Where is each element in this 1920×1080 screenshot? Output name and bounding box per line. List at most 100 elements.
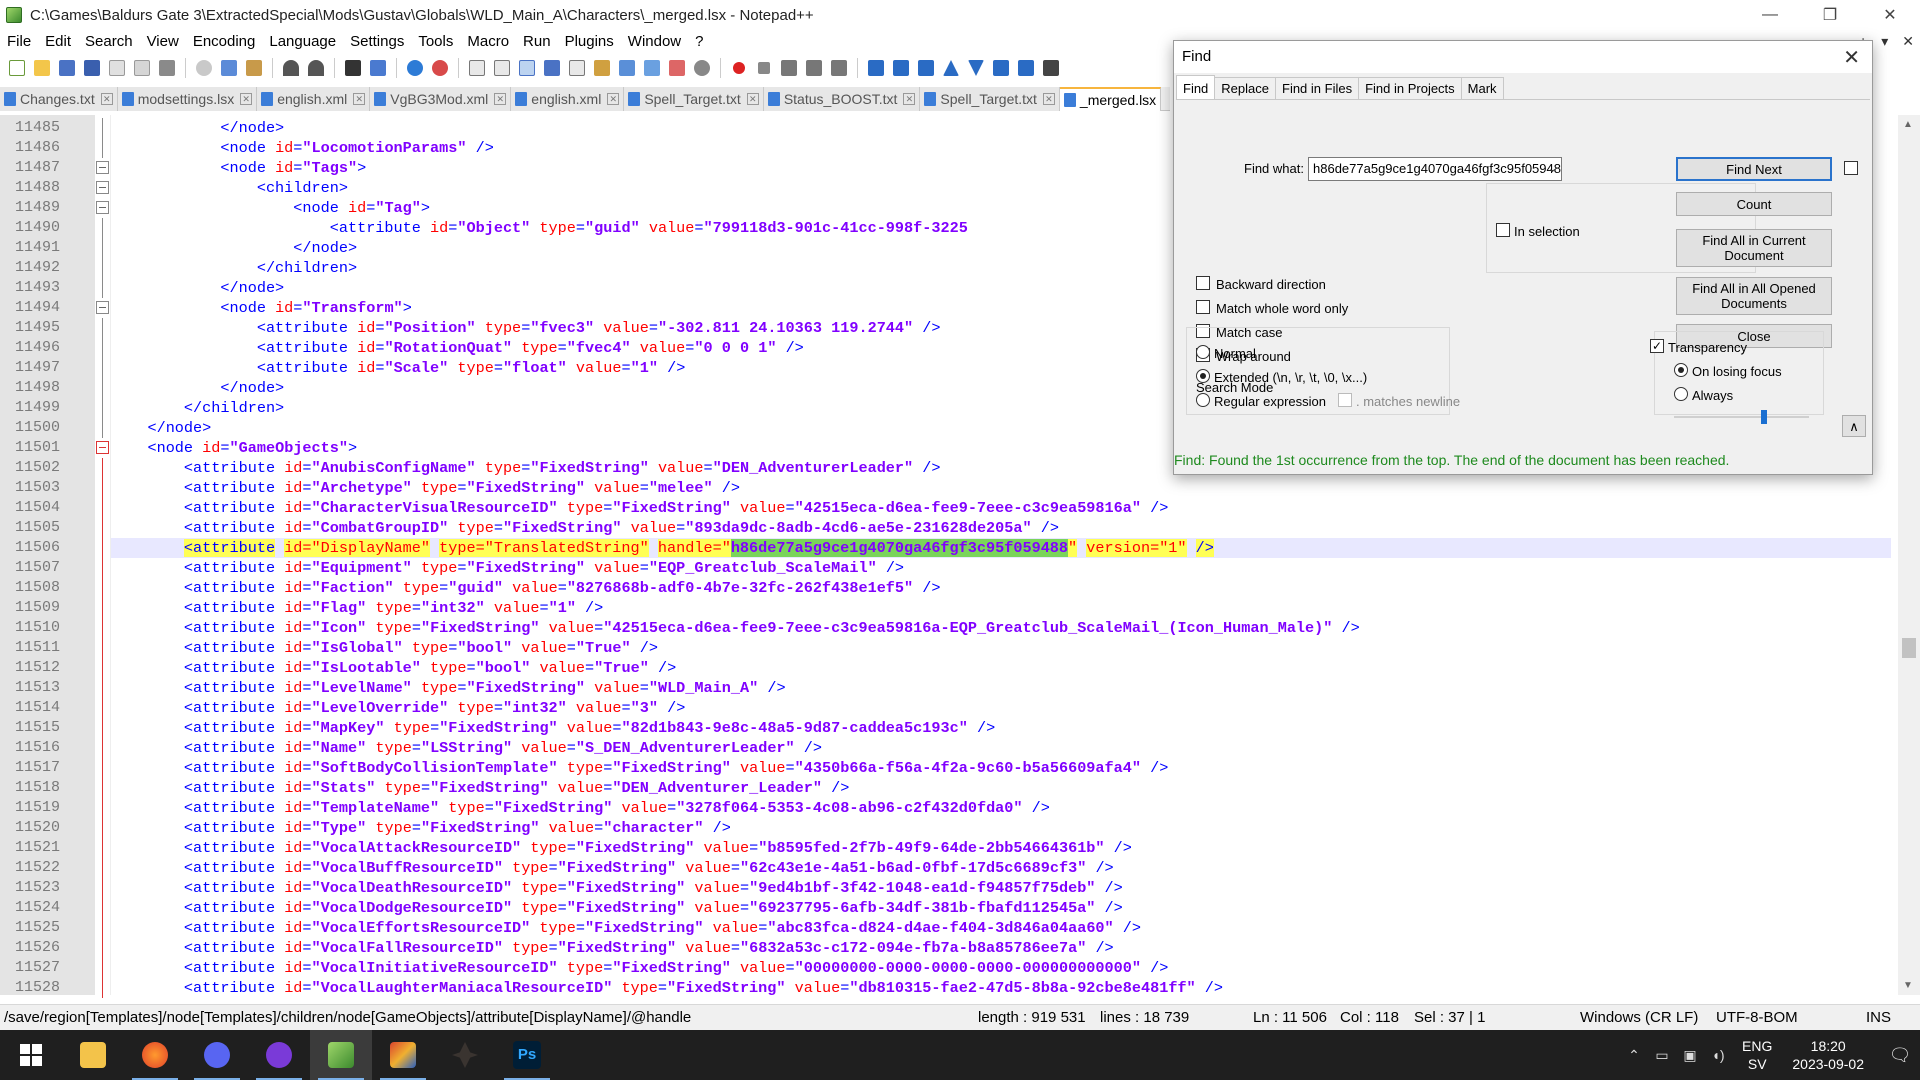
- close-window-button[interactable]: ✕: [1860, 0, 1920, 30]
- plugin-icon-5[interactable]: [1015, 57, 1037, 79]
- tab-english-xml[interactable]: english.xml ✕: [257, 87, 371, 111]
- tab-spell-target-txt-2[interactable]: Spell_Target.txt ✕: [920, 87, 1060, 111]
- code-line[interactable]: <attribute id="VocalAttackResourceID" ty…: [111, 838, 1132, 858]
- tab-mark[interactable]: Mark: [1460, 77, 1504, 99]
- on-losing-focus-radio[interactable]: [1674, 363, 1688, 377]
- always-radio[interactable]: [1674, 387, 1688, 401]
- tab-list-menu-button[interactable]: ▾: [1881, 30, 1888, 52]
- code-line[interactable]: <attribute id="RotationQuat" type="fvec4…: [111, 338, 804, 358]
- find-all-current-button[interactable]: Find All in Current Document: [1676, 229, 1832, 267]
- code-line[interactable]: <attribute id="Equipment" type="FixedStr…: [111, 558, 904, 578]
- tab-find-in-files[interactable]: Find in Files: [1275, 77, 1360, 99]
- menu-view[interactable]: View: [140, 33, 186, 50]
- code-line[interactable]: <attribute id="AnubisConfigName" type="F…: [111, 458, 941, 478]
- menu-file[interactable]: File: [0, 33, 38, 50]
- tab-status-boost-txt[interactable]: Status_BOOST.txt ✕: [763, 87, 921, 111]
- code-line[interactable]: <attribute id="IsGlobal" type="bool" val…: [111, 638, 658, 658]
- tab-merged-lsx[interactable]: _merged.lsx: [1059, 87, 1162, 111]
- scroll-up-icon[interactable]: ▲: [1903, 119, 1913, 130]
- menu-tools[interactable]: Tools: [411, 33, 460, 50]
- scrollbar-thumb[interactable]: [1902, 638, 1916, 658]
- find-all-opened-button[interactable]: Find All in All Opened Documents: [1676, 277, 1832, 315]
- close-all-icon[interactable]: [131, 57, 153, 79]
- replace-icon[interactable]: [367, 57, 389, 79]
- code-line[interactable]: <node id="Tags">: [111, 158, 366, 178]
- fold-toggle-icon[interactable]: [96, 161, 109, 174]
- print-icon[interactable]: [156, 57, 178, 79]
- code-line[interactable]: <children>: [111, 178, 348, 198]
- code-line[interactable]: <attribute id="LevelOverride" type="int3…: [111, 698, 685, 718]
- tab-close-icon[interactable]: ✕: [240, 93, 253, 105]
- code-line[interactable]: </node>: [111, 278, 284, 298]
- mode-regex-radio[interactable]: [1196, 393, 1210, 407]
- menu-encoding[interactable]: Encoding: [186, 33, 263, 50]
- taskbar-app-window[interactable]: [372, 1030, 434, 1080]
- taskbar-baldurs-gate-3[interactable]: [434, 1030, 496, 1080]
- word-wrap-icon[interactable]: [516, 57, 538, 79]
- plugin-icon-1[interactable]: [865, 57, 887, 79]
- code-line[interactable]: <attribute id="VocalInitiativeResourceID…: [111, 958, 1168, 978]
- transparency-slider-thumb[interactable]: [1761, 410, 1768, 424]
- plugin-icon-6[interactable]: [1040, 57, 1062, 79]
- find-direction-checkbox[interactable]: [1844, 161, 1858, 175]
- taskbar-discord[interactable]: [186, 1030, 248, 1080]
- code-line[interactable]: <attribute id="VocalFallResourceID" type…: [111, 938, 1114, 958]
- monitoring-icon[interactable]: [691, 57, 713, 79]
- play-multiple-icon[interactable]: [803, 57, 825, 79]
- code-line[interactable]: </node>: [111, 378, 284, 398]
- tab-english-xml-2[interactable]: english.xml ✕: [511, 87, 625, 111]
- doc-map-icon[interactable]: [616, 57, 638, 79]
- volume-icon[interactable]: ◖): [1709, 1047, 1727, 1063]
- code-line[interactable]: <attribute id="CharacterVisualResourceID…: [111, 498, 1168, 518]
- tab-close-icon[interactable]: ✕: [1042, 93, 1055, 105]
- menu-run[interactable]: Run: [516, 33, 558, 50]
- menu-language[interactable]: Language: [262, 33, 343, 50]
- maximize-button[interactable]: ❐: [1800, 0, 1860, 30]
- backward-direction-checkbox[interactable]: [1196, 276, 1210, 290]
- code-line[interactable]: <attribute id="VocalDodgeResourceID" typ…: [111, 898, 1123, 918]
- save-icon[interactable]: [56, 57, 78, 79]
- clock[interactable]: 18:20 2023-09-02: [1792, 1037, 1864, 1073]
- in-selection-checkbox[interactable]: [1496, 223, 1510, 237]
- tab-close-icon[interactable]: ✕: [353, 93, 366, 105]
- language-indicator[interactable]: ENG SV: [1742, 1037, 1772, 1073]
- copy-icon[interactable]: [218, 57, 240, 79]
- code-line[interactable]: <node id="LocomotionParams" />: [111, 138, 493, 158]
- record-macro-icon[interactable]: [728, 57, 750, 79]
- minimize-button[interactable]: —: [1740, 0, 1800, 30]
- vertical-scrollbar[interactable]: ▲ ▼: [1898, 115, 1920, 995]
- code-line[interactable]: <attribute id="CombatGroupID" type="Fixe…: [111, 518, 1059, 538]
- scroll-down-icon[interactable]: ▼: [1903, 980, 1913, 991]
- code-line[interactable]: <node id="Tag">: [111, 198, 430, 218]
- tab-close-icon[interactable]: ✕: [903, 93, 916, 105]
- udl-icon[interactable]: [591, 57, 613, 79]
- play-macro-icon[interactable]: [778, 57, 800, 79]
- arrow-up-icon[interactable]: [940, 57, 962, 79]
- code-line[interactable]: <attribute id="Name" type="LSString" val…: [111, 738, 822, 758]
- code-line[interactable]: <attribute id="Type" type="FixedString" …: [111, 818, 731, 838]
- save-macro-icon[interactable]: [828, 57, 850, 79]
- match-whole-word-checkbox[interactable]: [1196, 300, 1210, 314]
- tab-close-icon[interactable]: ✕: [607, 93, 620, 105]
- code-line[interactable]: <attribute id="Archetype" type="FixedStr…: [111, 478, 740, 498]
- current-code-line[interactable]: <attribute id="DisplayName" type="Transl…: [111, 538, 1891, 558]
- tab-modsettings-lsx[interactable]: modsettings.lsx ✕: [117, 87, 258, 111]
- tab-spell-target-txt[interactable]: Spell_Target.txt ✕: [624, 87, 764, 111]
- indent-guide-icon[interactable]: [566, 57, 588, 79]
- code-line[interactable]: <attribute id="MapKey" type="FixedString…: [111, 718, 995, 738]
- status-eol[interactable]: Windows (CR LF): [1580, 1009, 1698, 1026]
- sync-horizontal-icon[interactable]: [491, 57, 513, 79]
- chevron-down-icon[interactable]: ⌄: [1548, 158, 1557, 180]
- paste-icon[interactable]: [243, 57, 265, 79]
- code-line[interactable]: <attribute id="SoftBodyCollisionTemplate…: [111, 758, 1168, 778]
- notifications-icon[interactable]: 🗨: [1885, 1045, 1915, 1066]
- taskbar-file-explorer[interactable]: [62, 1030, 124, 1080]
- sync-vertical-icon[interactable]: [466, 57, 488, 79]
- menu-window[interactable]: Window: [621, 33, 688, 50]
- show-all-chars-icon[interactable]: [541, 57, 563, 79]
- tab-find[interactable]: Find: [1176, 75, 1216, 99]
- menu-edit[interactable]: Edit: [38, 33, 78, 50]
- close-file-icon[interactable]: [106, 57, 128, 79]
- find-what-input[interactable]: h86de77a5g9ce1g4070ga46fgf3c95f059488 ⌄: [1308, 157, 1562, 181]
- code-line[interactable]: <attribute id="VocalBuffResourceID" type…: [111, 858, 1114, 878]
